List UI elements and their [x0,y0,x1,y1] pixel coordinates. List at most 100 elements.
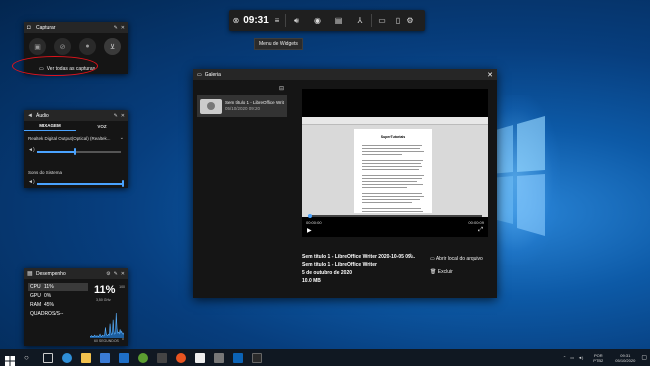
settings-icon[interactable]: ⚙ [404,10,416,31]
device-volume-slider[interactable] [37,148,121,155]
music-icon[interactable] [176,352,186,363]
gallery-header: ▭ Galeria ✕ [193,69,497,80]
widget-menu-tooltip: Menu de Widgets [254,38,303,50]
fullscreen-icon[interactable]: ⤢ [478,227,483,234]
language-indicator[interactable]: POR PTB2 [593,353,603,363]
edit-icon[interactable]: ✎ [409,253,414,260]
game-bar: ⊗ 09:31 ≡ 🔊︎ ◉ ▤ ⅄ ▭ ▯ ⚙ [229,10,425,31]
close-icon[interactable]: ✕ [487,71,493,79]
document-text-line [362,199,420,200]
close-icon[interactable]: ✕ [121,113,125,119]
network-icon[interactable]: ▭ [570,355,574,360]
capture-thumbnail [200,98,222,114]
close-icon[interactable]: ✕ [121,271,125,277]
open-location-button[interactable]: ▭ Abrir local do arquivo [430,253,483,266]
mic-icon: ⊻ [109,43,116,51]
clock-date: 05/10/2020 [615,357,636,363]
chart-time-label: 60 SEGUNDOS [94,339,119,343]
volume-icon[interactable]: ◄) [578,355,583,360]
edge-icon[interactable] [62,352,72,363]
audio-device-select[interactable]: Realtek Digital Output(Optical) (Realtek… [28,136,124,141]
social-icon[interactable]: ⅄ [349,10,371,31]
document-text-line [362,187,407,188]
open-location-label: Abrir local do arquivo [435,256,483,262]
cpu-usage-line [90,313,124,337]
media-icon[interactable] [157,352,167,363]
photos-icon[interactable] [233,352,243,363]
widget-menu-icon[interactable]: ≡ [269,10,285,31]
perf-row-fps[interactable]: QUADROS/S -- [28,310,88,318]
time-total: 00:00:09 [468,220,484,225]
options-icon[interactable]: ⚙ [106,271,110,277]
video-preview[interactable]: SuperTutoriais 00:00:00 00:00:09 ▶ ⤢ [302,89,488,237]
playback-progress-bar[interactable] [308,213,482,218]
explorer-icon[interactable] [81,352,91,363]
resource-icon[interactable]: ▭ [372,10,392,31]
document-text-line [362,148,420,149]
filter-icon[interactable]: ⊟ [279,85,284,92]
gamebar-clock: 09:31 [243,15,269,26]
volume-icon[interactable]: ◄) [28,147,35,153]
record-button[interactable]: ● [79,38,96,55]
delete-button[interactable]: 🗑︎ Excluir [430,266,483,279]
writer-icon[interactable] [195,352,205,363]
chevron-up-icon[interactable]: ⌃ [563,355,566,360]
gallery-item[interactable]: Sem título 1 - LibreOffice Writ 05/10/20… [197,95,287,117]
performance-monitor-icon: ▦ [27,270,33,277]
perf-label: GPU [30,293,41,299]
performance-title: Desempenho [36,270,66,277]
mail-icon[interactable] [119,352,129,363]
performance-icon[interactable]: ▤ [328,10,349,31]
phone-icon[interactable]: ▯ [392,10,404,31]
document-text-line [362,196,424,197]
cpu-usage-chart [90,313,124,338]
perf-row-cpu[interactable]: CPU 11% [28,283,88,291]
playback-thumb[interactable] [308,213,312,218]
volume-icon[interactable]: ◄) [28,179,35,185]
notification-icon[interactable]: ▢ [641,354,647,361]
gallery-title: Galeria [204,71,221,78]
cpu-usage-area [90,313,124,338]
chevron-down-icon[interactable]: ⌄ [120,135,124,141]
pin-icon[interactable]: ✎ [114,25,118,31]
document-text-line [362,169,419,170]
play-icon[interactable]: ▶ [307,227,312,234]
capture-details: Sem título 1 - LibreOffice Writer 2020-1… [302,253,415,285]
device-volume-thumb[interactable] [73,148,76,155]
gallery-item-date: 05/10/2020 09:20 [225,106,261,111]
search-icon[interactable]: ○ [24,353,34,363]
performance-widget: ▦ Desempenho ⚙ ✎ ✕ CPU 11% GPU 0% RAM 45… [24,268,128,346]
audio-icon[interactable]: 🔊︎ [286,10,307,31]
pin-icon[interactable]: ✎ [114,271,118,277]
document-text-line [362,145,422,146]
language-label: POR [593,352,603,358]
system-volume-thumb[interactable] [122,180,124,187]
document-text-line [362,163,421,164]
capture-icon[interactable]: ◉ [307,10,328,31]
audio-device-label: Realtek Digital Output(Optical) (Realtek… [28,136,111,141]
perf-row-ram[interactable]: RAM 45% [28,301,88,309]
perf-value: 11% [44,284,54,290]
xbox-icon[interactable]: ⊗ [229,10,243,31]
detail-app: Sem título 1 - LibreOffice Writer [302,262,377,268]
mic-button[interactable]: ⊻ [104,38,121,55]
pin-icon[interactable]: ✎ [114,113,118,119]
screenshot-button[interactable]: ▣ [29,38,46,55]
perf-label: QUADROS/S [30,311,61,317]
detail-title: Sem título 1 - LibreOffice Writer 2020-1… [302,254,416,260]
document-text-line [362,184,423,185]
document-text-line [362,211,423,212]
tab-voice[interactable]: VOZ [76,121,128,131]
system-volume-slider[interactable] [37,180,124,187]
record-last-button[interactable]: ⊘ [54,38,71,55]
close-icon[interactable]: ✕ [121,25,125,31]
start-icon[interactable] [5,353,15,366]
gamebar-icon[interactable] [252,352,262,363]
perf-row-gpu[interactable]: GPU 0% [28,292,88,300]
taskview-icon[interactable] [43,352,53,363]
store-icon[interactable] [100,352,110,363]
calculator-icon[interactable] [214,352,224,363]
tab-mix[interactable]: MIXAGEM [24,121,76,131]
xbox-app-icon[interactable] [138,352,148,363]
taskbar-clock[interactable]: 09:31 05/10/2020 [615,353,635,363]
